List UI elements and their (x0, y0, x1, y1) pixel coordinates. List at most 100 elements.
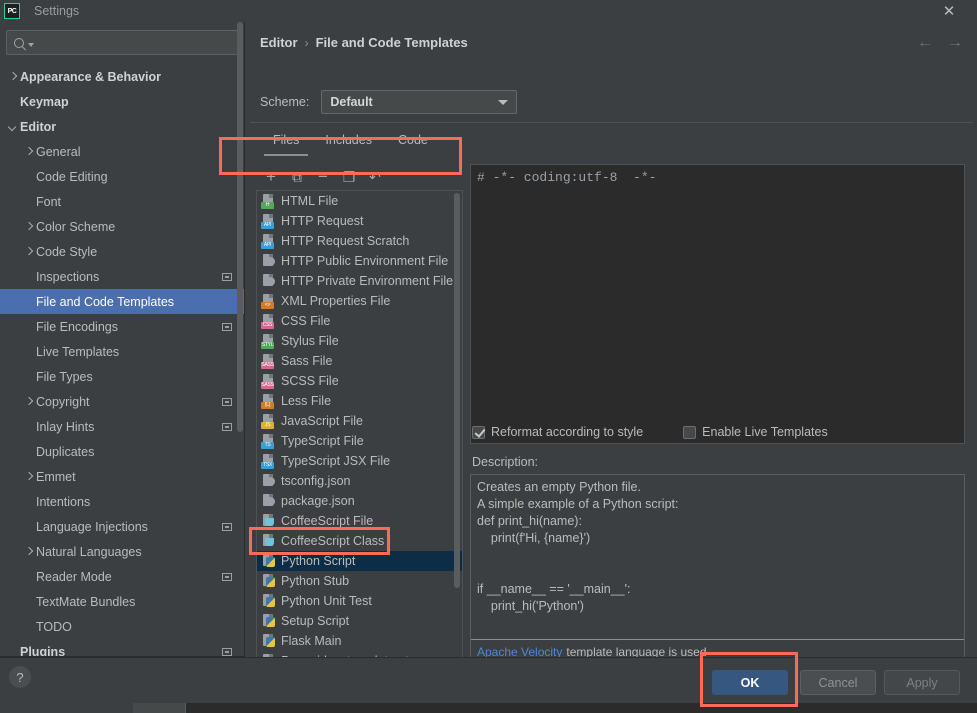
chevron-right-icon[interactable] (22, 398, 36, 406)
list-item[interactable]: Python Unit Test (257, 591, 462, 611)
list-item[interactable]: TSX TypeScript JSX File (257, 451, 462, 471)
list-item[interactable]: CSS CSS File (257, 311, 462, 331)
sidebar-item-inspections[interactable]: Inspections (0, 264, 244, 289)
breadcrumb-parent[interactable]: Editor (260, 35, 298, 50)
list-item[interactable]: Python Script (257, 551, 462, 571)
add-template-button[interactable]: + (260, 166, 282, 188)
reset-template-button[interactable]: ↶ (364, 166, 386, 188)
list-item[interactable]: JS JavaScript File (257, 411, 462, 431)
list-item[interactable]: SASS Sass File (257, 351, 462, 371)
sidebar-item-file-types[interactable]: File Types (0, 364, 244, 389)
sidebar-item-code-style[interactable]: Code Style (0, 239, 244, 264)
list-item[interactable]: API HTTP Request (257, 211, 462, 231)
sidebar-item-label: Editor (20, 119, 57, 134)
chevron-down-icon[interactable] (6, 123, 20, 131)
sidebar-scrollbar[interactable] (237, 22, 243, 432)
tab-files[interactable]: Files (260, 127, 312, 156)
list-item-label: tsconfig.json (281, 474, 351, 488)
chevron-right-icon[interactable] (22, 248, 36, 256)
list-item[interactable]: tsconfig.json (257, 471, 462, 491)
remove-template-button[interactable]: − (312, 166, 334, 188)
search-input[interactable] (38, 35, 231, 50)
sidebar-item-label: Keymap (20, 94, 69, 109)
sidebar-item-natural-languages[interactable]: Natural Languages (0, 539, 244, 564)
sidebar-item-intentions[interactable]: Intentions (0, 489, 244, 514)
duplicate-template-button[interactable]: ❐ (338, 166, 360, 188)
list-item-label: Python Unit Test (281, 594, 372, 608)
apply-button[interactable]: Apply (884, 670, 960, 695)
template-options: Reformat according to style Enable Live … (472, 425, 868, 439)
list-item[interactable]: TS TypeScript File (257, 431, 462, 451)
list-item[interactable]: HTTP Public Environment File (257, 251, 462, 271)
coffeescript-icon (261, 533, 276, 549)
sidebar-item-language-injections[interactable]: Language Injections (0, 514, 244, 539)
sidebar-item-todo[interactable]: TODO (0, 614, 244, 639)
list-item[interactable]: HTTP Private Environment File (257, 271, 462, 291)
list-item[interactable]: API HTTP Request Scratch (257, 231, 462, 251)
sidebar-item-copyright[interactable]: Copyright (0, 389, 244, 414)
sidebar-item-plugins[interactable]: Plugins (0, 639, 244, 657)
chevron-right-icon[interactable] (22, 548, 36, 556)
sidebar-item-label: Emmet (36, 469, 76, 484)
sidebar-item-label: Copyright (36, 394, 90, 409)
list-item[interactable]: Python Stub (257, 571, 462, 591)
tab-code[interactable]: Code (385, 127, 441, 156)
list-item[interactable]: {L} Less File (257, 391, 462, 411)
list-item[interactable]: package.json (257, 491, 462, 511)
scheme-row: Scheme: Default (260, 90, 518, 114)
sidebar-item-emmet[interactable]: Emmet (0, 464, 244, 489)
copy-template-button[interactable]: ⧉ (286, 166, 308, 188)
ok-button[interactable]: OK (712, 670, 788, 695)
sidebar-item-file-and-code-templates[interactable]: File and Code Templates (0, 289, 244, 314)
tab-includes[interactable]: Includes (312, 127, 385, 156)
modified-badge-icon (222, 322, 232, 331)
sidebar-item-editor[interactable]: Editor (0, 114, 244, 139)
list-item[interactable]: CoffeeScript Class (257, 531, 462, 551)
live-templates-checkbox[interactable] (683, 425, 697, 439)
sidebar-item-label: Appearance & Behavior (20, 69, 162, 84)
sidebar-item-code-editing[interactable]: Code Editing (0, 164, 244, 189)
search-box[interactable] (6, 30, 238, 55)
template-list-scrollbar[interactable] (454, 193, 460, 588)
list-item[interactable]: Flask Main (257, 631, 462, 651)
sidebar-item-font[interactable]: Font (0, 189, 244, 214)
list-item[interactable]: H HTML File (257, 191, 462, 211)
list-item[interactable]: CoffeeScript File (257, 511, 462, 531)
http-request-icon: API (261, 213, 276, 229)
back-arrow-icon[interactable]: ← (917, 34, 933, 52)
list-item[interactable]: <> XML Properties File (257, 291, 462, 311)
sidebar-item-duplicates[interactable]: Duplicates (0, 439, 244, 464)
template-editor[interactable]: # -*- coding:utf-8 -*- (470, 164, 965, 444)
html-file-icon: H (261, 193, 276, 209)
list-item[interactable]: Setup Script (257, 611, 462, 631)
sidebar-item-inlay-hints[interactable]: Inlay Hints (0, 414, 244, 439)
cancel-button[interactable]: Cancel (800, 670, 876, 695)
sidebar-item-general[interactable]: General (0, 139, 244, 164)
chevron-right-icon[interactable] (6, 73, 20, 81)
settings-dialog: PC Settings ✕ Appearance & Behavior Keyma… (0, 0, 977, 713)
chevron-right-icon[interactable] (22, 148, 36, 156)
chevron-right-icon[interactable] (22, 473, 36, 481)
python-file-icon (261, 633, 276, 649)
scheme-dropdown[interactable]: Default (321, 90, 518, 114)
list-item[interactable]: SASS SCSS File (257, 371, 462, 391)
sidebar-item-color-scheme[interactable]: Color Scheme (0, 214, 244, 239)
sidebar-item-appearance-behavior[interactable]: Appearance & Behavior (0, 64, 244, 89)
chevron-down-icon[interactable] (28, 42, 34, 47)
scss-file-icon: SASS (261, 373, 276, 389)
sidebar-item-reader-mode[interactable]: Reader Mode (0, 564, 244, 589)
reformat-checkbox[interactable] (472, 425, 485, 439)
forward-arrow-icon[interactable]: → (947, 34, 963, 52)
sidebar-item-textmate-bundles[interactable]: TextMate Bundles (0, 589, 244, 614)
sidebar-item-file-encodings[interactable]: File Encodings (0, 314, 244, 339)
chevron-right-icon[interactable] (22, 223, 36, 231)
sidebar-item-keymap[interactable]: Keymap (0, 89, 244, 114)
sidebar-item-live-templates[interactable]: Live Templates (0, 339, 244, 364)
scheme-value: Default (330, 95, 373, 109)
close-icon[interactable]: ✕ (929, 0, 969, 22)
help-button[interactable]: ? (9, 666, 31, 688)
sidebar-item-label: Font (36, 194, 62, 209)
dialog-button-bar: ? OK Cancel Apply CSDN @一棵树828 (0, 657, 977, 703)
list-item[interactable]: STYL Stylus File (257, 331, 462, 351)
settings-content: Editor › File and Code Templates ← → Sch… (246, 22, 977, 669)
